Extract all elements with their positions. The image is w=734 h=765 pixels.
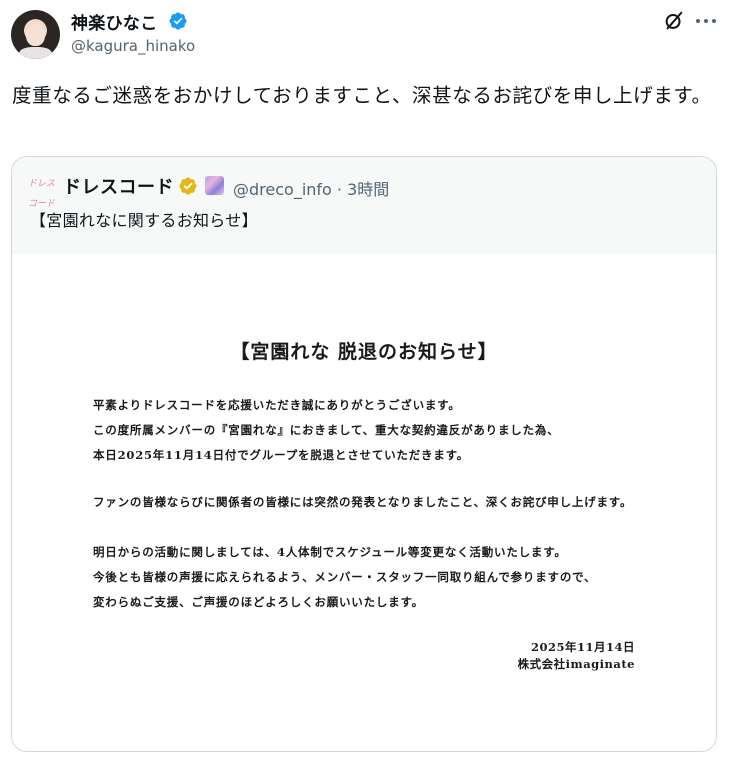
post-text: 度重なるご迷惑をおかけしておりますこと、深甚なるお詫びを申し上げます。 xyxy=(12,84,712,107)
verified-badge-icon xyxy=(169,12,187,30)
notice-title: 【宮園れな 脱退のお知らせ】 xyxy=(230,341,498,363)
notice-date: 2025年11月14日 xyxy=(530,640,635,654)
avatar-shirt xyxy=(19,47,52,59)
more-dots-icon[interactable] xyxy=(694,10,718,32)
notice-line: 本日2025年11月14日付でグループを脱退とさせていただきます。 xyxy=(93,448,470,462)
notice-line: この度所属メンバーの『宮園れな』におきまして、重大な契約違反がありました為、 xyxy=(93,423,560,437)
grok-icon[interactable] xyxy=(663,10,685,32)
notice-company: 株式会社imaginate xyxy=(517,657,635,671)
quoted-handle-time[interactable]: @dreco_info · 3時間 xyxy=(233,176,389,200)
notice-image[interactable]: 【宮園れな 脱退のお知らせ】 平素よりドレスコードを応援いただき誠にありがとうご… xyxy=(12,254,716,751)
quoted-post-card[interactable]: ドレスコード ドレスコード @dreco_info · 3時間 【宮園れなに関す… xyxy=(11,156,717,752)
notice-line: ファンの皆様ならびに関係者の皆様には突然の発表となりましたこと、深くお詫び申し上… xyxy=(93,495,633,509)
gold-verified-icon xyxy=(179,177,197,195)
notice-line: 今後とも皆様の声援に応えられるよう、メンバー・スタッフ一同取り組んで参りますので… xyxy=(93,570,597,584)
quoted-avatar-logo: ドレスコード xyxy=(28,179,56,209)
quoted-author-name[interactable]: ドレスコード xyxy=(63,173,174,199)
notice-line: 明日からの活動に関しましては、4人体制でスケジュール等変更なく活動いたします。 xyxy=(93,545,567,559)
avatar-face xyxy=(26,24,45,46)
author-handle[interactable]: @kagura_hinako xyxy=(71,37,195,55)
notice-line: 変わらぬご支援、ご声援のほどよろしくお願いいたします。 xyxy=(93,595,424,609)
author-avatar[interactable] xyxy=(11,10,60,59)
notice-line: 平素よりドレスコードを応援いただき誠にありがとうございます。 xyxy=(93,398,461,412)
affiliate-badge-icon xyxy=(205,176,224,195)
author-display-name[interactable]: 神楽ひなこ xyxy=(71,9,158,34)
quoted-post-header: ドレスコード ドレスコード @dreco_info · 3時間 【宮園れなに関す… xyxy=(12,157,716,254)
quoted-post-text: 【宮園れなに関するお知らせ】 xyxy=(30,211,258,230)
